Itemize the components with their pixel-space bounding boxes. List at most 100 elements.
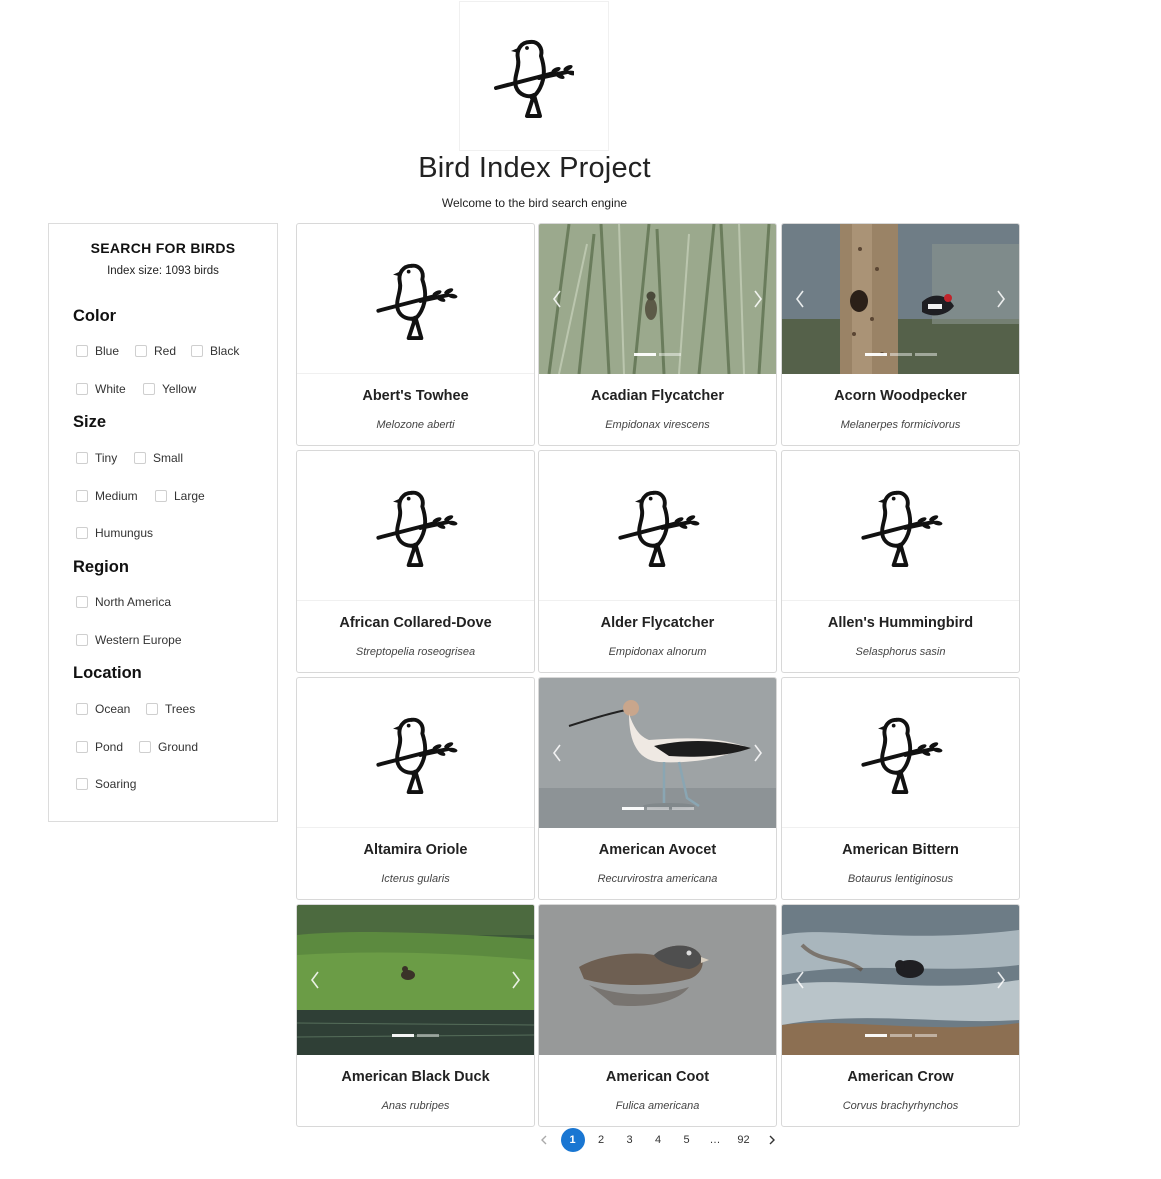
- carousel-indicator[interactable]: [889, 1034, 912, 1037]
- filter-location-pond[interactable]: Pond: [76, 740, 123, 754]
- bird-card[interactable]: Acadian Flycatcher Empidonax virescens: [538, 223, 777, 446]
- filter-size-small[interactable]: Small: [134, 451, 183, 465]
- filter-location-ocean[interactable]: Ocean: [76, 702, 130, 716]
- pagination-page[interactable]: 4: [646, 1128, 670, 1152]
- chevron-right-icon: [769, 1135, 775, 1145]
- pagination-page[interactable]: 5: [675, 1128, 699, 1152]
- filter-color-blue[interactable]: Blue: [76, 344, 119, 358]
- carousel-prev-button[interactable]: [549, 738, 565, 768]
- carousel-indicator[interactable]: [634, 353, 656, 356]
- carousel-indicator[interactable]: [646, 807, 669, 810]
- checkbox[interactable]: [155, 490, 167, 502]
- bird-photo-carousel: [539, 678, 776, 828]
- filter-location-trees[interactable]: Trees: [146, 702, 195, 716]
- filter-location-soaring[interactable]: Soaring: [76, 777, 136, 791]
- filter-region-north-america[interactable]: North America: [76, 595, 171, 609]
- bird-card[interactable]: Allen's Hummingbird Selasphorus sasin: [781, 450, 1020, 673]
- bird-photo: [539, 224, 776, 374]
- carousel-next-button[interactable]: [750, 284, 766, 314]
- carousel-indicators: [782, 1034, 1019, 1037]
- carousel-indicator[interactable]: [914, 1034, 937, 1037]
- carousel-indicators: [782, 353, 1019, 356]
- bird-card[interactable]: Alder Flycatcher Empidonax alnorum: [538, 450, 777, 673]
- bird-common-name: American Avocet: [598, 842, 717, 858]
- checkbox[interactable]: [76, 345, 88, 357]
- bird-card-image: [539, 451, 776, 601]
- pagination-page[interactable]: 1: [560, 1128, 585, 1152]
- chevron-left-icon: [796, 290, 804, 308]
- bird-card[interactable]: Abert's Towhee Melozone aberti: [296, 223, 535, 446]
- carousel-indicator[interactable]: [659, 353, 681, 356]
- carousel-prev-button[interactable]: [792, 965, 808, 995]
- filter-region-western-europe[interactable]: Western Europe: [76, 633, 182, 647]
- bird-card[interactable]: American Bittern Botaurus lentiginosus: [781, 677, 1020, 900]
- checkbox[interactable]: [76, 703, 88, 715]
- carousel-indicators: [539, 353, 776, 356]
- checkbox[interactable]: [76, 634, 88, 646]
- filter-size-tiny[interactable]: Tiny: [76, 451, 117, 465]
- carousel-next-button[interactable]: [993, 284, 1009, 314]
- checkbox[interactable]: [76, 596, 88, 608]
- pagination: 1 2 3 4 5 … 92: [532, 1127, 789, 1153]
- checkbox[interactable]: [76, 490, 88, 502]
- bird-card[interactable]: Acorn Woodpecker Melanerpes formicivorus: [781, 223, 1020, 446]
- bird-photo: [782, 905, 1019, 1055]
- checkbox[interactable]: [139, 741, 151, 753]
- bird-scientific-name: Melanerpes formicivorus: [840, 419, 961, 431]
- checkbox[interactable]: [76, 778, 88, 790]
- filter-location-ground[interactable]: Ground: [139, 740, 198, 754]
- chevron-left-icon: [553, 744, 561, 762]
- carousel-indicator[interactable]: [864, 1034, 887, 1037]
- bird-common-name: Acorn Woodpecker: [834, 388, 967, 404]
- bird-photo: [539, 678, 776, 828]
- bird-card[interactable]: Altamira Oriole Icterus gularis: [296, 677, 535, 900]
- carousel-next-button[interactable]: [508, 965, 524, 995]
- bird-placeholder-icon: [358, 256, 473, 342]
- carousel-indicator[interactable]: [914, 353, 937, 356]
- pagination-prev-button[interactable]: [532, 1128, 556, 1152]
- bird-scientific-name: Melozone aberti: [376, 419, 455, 431]
- page-subtitle: Welcome to the bird search engine: [441, 196, 628, 210]
- carousel-prev-button[interactable]: [792, 284, 808, 314]
- checkbox[interactable]: [76, 741, 88, 753]
- checkbox[interactable]: [135, 345, 147, 357]
- bird-photo-carousel: [782, 224, 1019, 374]
- carousel-next-button[interactable]: [993, 965, 1009, 995]
- pagination-page[interactable]: 92: [732, 1128, 756, 1152]
- carousel-indicator[interactable]: [864, 353, 887, 356]
- pagination-page[interactable]: 3: [618, 1128, 642, 1152]
- carousel-indicator[interactable]: [392, 1034, 414, 1037]
- filter-color-yellow[interactable]: Yellow: [143, 382, 196, 396]
- checkbox[interactable]: [143, 383, 155, 395]
- pagination-next-button[interactable]: [760, 1128, 784, 1152]
- checkbox[interactable]: [146, 703, 158, 715]
- filter-size-large[interactable]: Large: [155, 489, 205, 503]
- bird-card[interactable]: American Coot Fulica americana: [538, 904, 777, 1127]
- checkbox[interactable]: [191, 345, 203, 357]
- filter-color-white[interactable]: White: [76, 382, 126, 396]
- filter-heading-location: Location: [73, 664, 142, 682]
- bird-card[interactable]: American Crow Corvus brachyrhynchos: [781, 904, 1020, 1127]
- bird-common-name: Alder Flycatcher: [600, 615, 715, 631]
- carousel-prev-button[interactable]: [549, 284, 565, 314]
- checkbox[interactable]: [134, 452, 146, 464]
- carousel-indicator[interactable]: [621, 807, 644, 810]
- checkbox[interactable]: [76, 452, 88, 464]
- carousel-indicator[interactable]: [889, 353, 912, 356]
- bird-placeholder-icon: [358, 710, 473, 796]
- filter-size-medium[interactable]: Medium: [76, 489, 138, 503]
- filter-color-red[interactable]: Red: [135, 344, 176, 358]
- carousel-indicator[interactable]: [671, 807, 694, 810]
- bird-card[interactable]: American Black Duck Anas rubripes: [296, 904, 535, 1127]
- pagination-page[interactable]: 2: [589, 1128, 613, 1152]
- filter-color-black[interactable]: Black: [191, 344, 239, 358]
- bird-card[interactable]: African Collared-Dove Streptopelia roseo…: [296, 450, 535, 673]
- checkbox[interactable]: [76, 383, 88, 395]
- carousel-indicator[interactable]: [417, 1034, 439, 1037]
- filter-size-humungus[interactable]: Humungus: [76, 526, 153, 540]
- carousel-prev-button[interactable]: [307, 965, 323, 995]
- carousel-next-button[interactable]: [750, 738, 766, 768]
- chevron-right-icon: [997, 971, 1005, 989]
- checkbox[interactable]: [76, 527, 88, 539]
- bird-card[interactable]: American Avocet Recurvirostra americana: [538, 677, 777, 900]
